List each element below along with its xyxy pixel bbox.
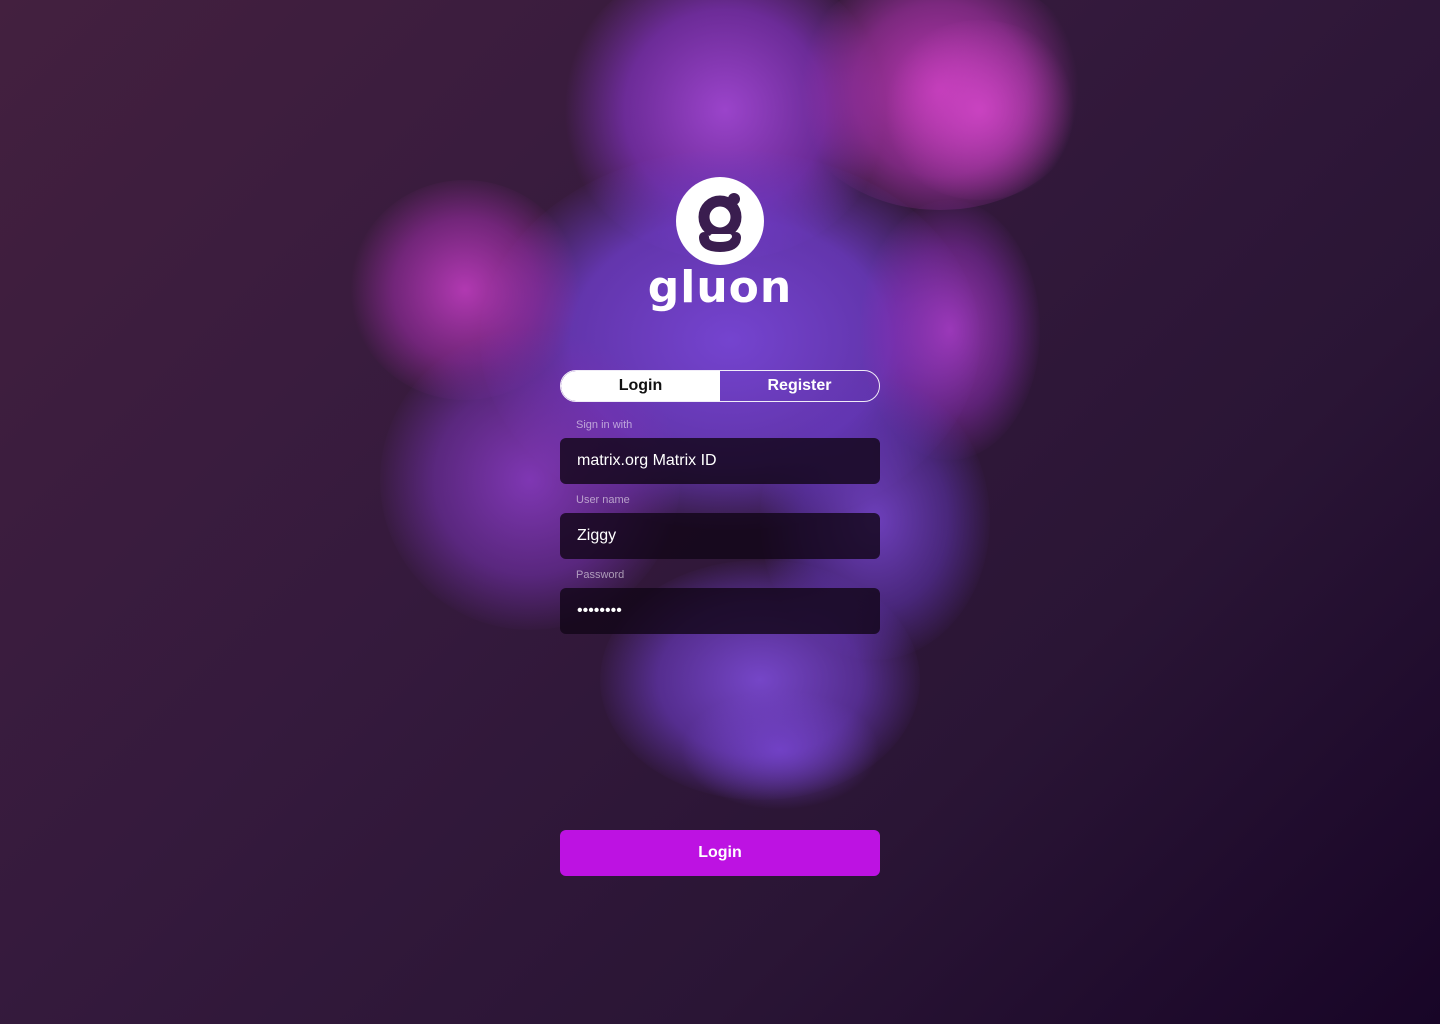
- sign-in-with-label: Sign in with: [576, 419, 633, 431]
- username-field[interactable]: Ziggy: [560, 513, 880, 559]
- logo-wordmark: gluon: [647, 262, 793, 313]
- sign-in-with-select[interactable]: matrix.org Matrix ID: [560, 438, 880, 484]
- password-label: Password: [576, 569, 625, 581]
- password-field[interactable]: ••••••••: [560, 588, 880, 634]
- login-button[interactable]: Login: [560, 830, 880, 876]
- logo-mark: [676, 177, 764, 265]
- auth-tabs: Login Register: [560, 370, 880, 402]
- g-letter-icon: [698, 193, 742, 253]
- username-label: User name: [576, 494, 630, 506]
- tab-login[interactable]: Login: [561, 371, 720, 401]
- tab-register[interactable]: Register: [720, 371, 879, 401]
